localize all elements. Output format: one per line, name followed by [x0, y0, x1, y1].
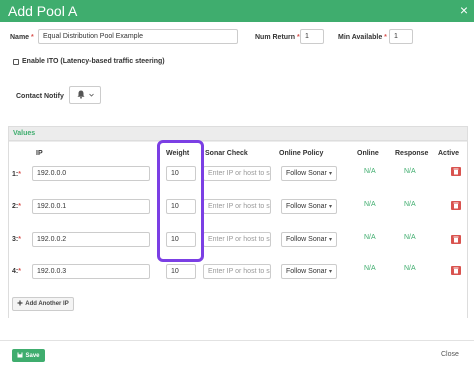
save-label: Save — [25, 352, 40, 359]
trash-icon[interactable] — [451, 235, 461, 244]
sonar-check-input[interactable]: Enter IP or host to se — [203, 166, 271, 181]
response-status: N/A — [404, 265, 416, 272]
response-status: N/A — [404, 201, 416, 208]
online-status: N/A — [364, 265, 376, 272]
weight-column-highlight — [157, 140, 204, 262]
chevron-down-icon — [88, 92, 94, 99]
chevron-down-icon: ▾ — [328, 171, 332, 177]
values-panel-header: Values — [9, 127, 467, 141]
sonar-check-input[interactable]: Enter IP or host to se — [203, 264, 271, 279]
online-policy-select[interactable]: Follow Sonar ▾ — [281, 199, 337, 214]
online-policy-value: Follow Sonar — [286, 268, 327, 275]
add-another-ip-button[interactable]: Add Another IP — [12, 297, 74, 311]
trash-icon[interactable] — [451, 167, 461, 176]
online-policy-value: Follow Sonar — [286, 236, 327, 243]
save-button[interactable]: Save — [12, 349, 45, 362]
column-header-sonar-check: Sonar Check — [205, 150, 248, 157]
online-policy-value: Follow Sonar — [286, 170, 327, 177]
online-status: N/A — [364, 168, 376, 175]
min-available-input[interactable]: 1 — [389, 29, 413, 44]
column-header-online: Online — [357, 150, 379, 157]
sonar-check-input[interactable]: Enter IP or host to se — [203, 199, 271, 214]
online-policy-select[interactable]: Follow Sonar ▾ — [281, 232, 337, 247]
online-status: N/A — [364, 234, 376, 241]
add-another-ip-label: Add Another IP — [25, 301, 69, 307]
column-header-active: Active — [438, 150, 460, 157]
ip-input[interactable]: 192.0.0.2 — [32, 232, 150, 247]
plus-icon — [17, 300, 23, 308]
num-return-label: Num Return * — [255, 34, 300, 41]
chevron-down-icon: ▾ — [328, 204, 332, 210]
ip-input[interactable]: 192.0.0.1 — [32, 199, 150, 214]
close-x-icon[interactable]: × — [460, 2, 468, 18]
row-label: 3:* — [12, 236, 21, 243]
modal-header: Add Pool A × — [0, 0, 474, 22]
bell-icon — [77, 90, 85, 101]
row-label: 4:* — [12, 268, 21, 275]
num-return-input[interactable]: 1 — [300, 29, 324, 44]
values-panel-title: Values — [13, 130, 36, 137]
online-policy-select[interactable]: Follow Sonar ▾ — [281, 264, 337, 279]
name-input[interactable]: Equal Distribution Pool Example — [38, 29, 238, 44]
min-available-label: Min Available * — [338, 34, 387, 41]
close-button[interactable]: Close — [441, 351, 459, 358]
save-icon — [17, 352, 23, 360]
contact-notify-label: Contact Notify — [16, 93, 64, 100]
column-header-response: Response — [395, 150, 429, 157]
sonar-check-input[interactable]: Enter IP or host to se — [203, 232, 271, 247]
ip-input[interactable]: 192.0.0.0 — [32, 166, 150, 181]
footer-divider — [0, 340, 474, 341]
ito-label: Enable ITO (Latency-based traffic steeri… — [22, 58, 165, 65]
weight-input[interactable]: 10 — [166, 264, 196, 279]
row-label: 2:* — [12, 203, 21, 210]
online-status: N/A — [364, 201, 376, 208]
response-status: N/A — [404, 234, 416, 241]
contact-notify-dropdown[interactable] — [69, 86, 101, 104]
trash-icon[interactable] — [451, 201, 461, 210]
online-policy-value: Follow Sonar — [286, 203, 327, 210]
ito-checkbox[interactable] — [13, 59, 19, 65]
online-policy-select[interactable]: Follow Sonar ▾ — [281, 166, 337, 181]
column-header-online-policy: Online Policy — [279, 150, 324, 157]
row-label: 1:* — [12, 171, 21, 178]
chevron-down-icon: ▾ — [328, 269, 332, 275]
trash-icon[interactable] — [451, 266, 461, 275]
ip-input[interactable]: 192.0.0.3 — [32, 264, 150, 279]
modal-title: Add Pool A — [8, 3, 78, 19]
name-label: Name * — [10, 34, 34, 41]
chevron-down-icon: ▾ — [328, 237, 332, 243]
column-header-ip: IP — [36, 150, 43, 157]
response-status: N/A — [404, 168, 416, 175]
